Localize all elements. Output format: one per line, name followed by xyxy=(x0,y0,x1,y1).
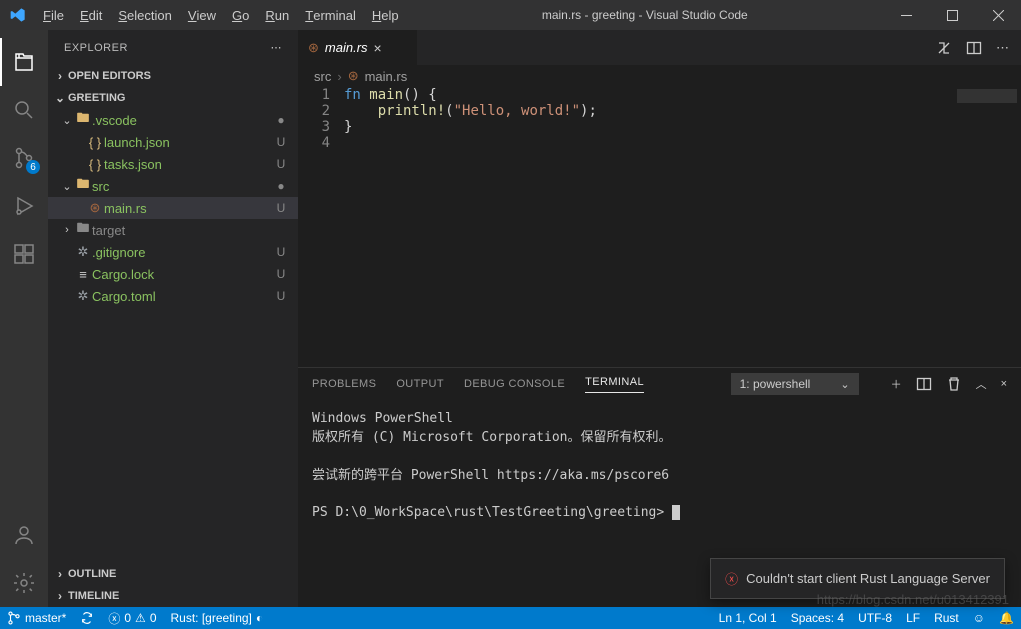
status-language[interactable]: Rust xyxy=(927,611,966,625)
split-editor-icon[interactable] xyxy=(966,40,982,56)
section-outline[interactable]: ›OUTLINE xyxy=(48,563,298,585)
compare-changes-icon[interactable] xyxy=(936,40,952,56)
editor-more-icon[interactable]: ⋯ xyxy=(996,40,1009,56)
line-gutter: 1 2 3 4 xyxy=(298,87,344,367)
file-tree: ⌄🖿 .vscode ● { } launch.json U { } tasks… xyxy=(48,109,298,563)
tab-main-rs[interactable]: ⊛ main.rs × xyxy=(298,30,418,65)
tree-folder-src[interactable]: ⌄🖿 src ● xyxy=(48,175,298,197)
close-panel-icon[interactable]: × xyxy=(1001,378,1007,390)
chevron-right-icon: › xyxy=(337,69,341,84)
statusbar: master* ⓧ0 ⚠0 Rust: [greeting] ◐ Ln 1, C… xyxy=(0,607,1021,629)
panel: PROBLEMS OUTPUT DEBUG CONSOLE TERMINAL 1… xyxy=(298,367,1021,607)
settings-gear-icon[interactable] xyxy=(0,559,48,607)
menu-edit[interactable]: Edit xyxy=(72,0,110,30)
tree-file-gitignore[interactable]: ✲ .gitignore U xyxy=(48,241,298,263)
chevron-down-icon: ⌄ xyxy=(840,378,849,391)
activitybar: 6 xyxy=(0,30,48,607)
status-encoding[interactable]: UTF-8 xyxy=(851,611,899,625)
menu-help[interactable]: Help xyxy=(364,0,407,30)
panel-tab-problems[interactable]: PROBLEMS xyxy=(312,378,376,390)
sidebar-title: EXPLORER xyxy=(64,42,128,54)
error-count-icon: ⓧ xyxy=(108,610,120,627)
sidebar-header: EXPLORER ⋯ xyxy=(48,30,298,65)
section-timeline[interactable]: ›TIMELINE xyxy=(48,585,298,607)
menu-terminal[interactable]: Terminal xyxy=(297,0,364,30)
menu-run[interactable]: Run xyxy=(257,0,297,30)
terminal-selector[interactable]: 1: powershell ⌄ xyxy=(731,373,859,395)
search-icon[interactable] xyxy=(0,86,48,134)
status-branch[interactable]: master* xyxy=(0,607,73,629)
source-control-icon[interactable]: 6 xyxy=(0,134,48,182)
editor-tabs: ⊛ main.rs × ⋯ xyxy=(298,30,1021,65)
status-spaces[interactable]: Spaces: 4 xyxy=(784,611,851,625)
new-terminal-icon[interactable]: ＋ xyxy=(891,376,902,392)
toast-message: Couldn't start client Rust Language Serv… xyxy=(746,571,990,586)
warning-count-icon: ⚠ xyxy=(135,611,146,625)
vscode-logo-icon xyxy=(0,7,35,23)
sidebar-explorer: EXPLORER ⋯ ›OPEN EDITORS ⌄GREETING ⌄🖿 .v… xyxy=(48,30,298,607)
status-problems[interactable]: ⓧ0 ⚠0 xyxy=(101,607,163,629)
tree-folder-vscode[interactable]: ⌄🖿 .vscode ● xyxy=(48,109,298,131)
spinner-icon: ◐ xyxy=(256,611,263,625)
status-eol[interactable]: LF xyxy=(899,611,927,625)
panel-tab-output[interactable]: OUTPUT xyxy=(396,378,444,390)
tree-file-main-rs[interactable]: ⊛ main.rs U xyxy=(48,197,298,219)
panel-tab-terminal[interactable]: TERMINAL xyxy=(585,376,644,393)
tree-file-tasks-json[interactable]: { } tasks.json U xyxy=(48,153,298,175)
breadcrumbs[interactable]: src › ⊛ main.rs xyxy=(298,65,1021,87)
tab-close-icon[interactable]: × xyxy=(374,40,382,56)
section-open-editors[interactable]: ›OPEN EDITORS xyxy=(48,65,298,87)
code-content[interactable]: fn main() { println!("Hello, world!");} xyxy=(344,87,1021,367)
kill-terminal-icon[interactable] xyxy=(946,376,962,392)
status-lncol[interactable]: Ln 1, Col 1 xyxy=(712,611,784,625)
menubar: File Edit Selection View Go Run Terminal… xyxy=(35,0,407,30)
error-icon: ⓧ xyxy=(725,569,738,588)
titlebar: File Edit Selection View Go Run Terminal… xyxy=(0,0,1021,30)
run-debug-icon[interactable] xyxy=(0,182,48,230)
minimize-button[interactable] xyxy=(883,0,929,30)
maximize-panel-icon[interactable]: ︿ xyxy=(976,376,987,392)
menu-selection[interactable]: Selection xyxy=(110,0,179,30)
close-button[interactable] xyxy=(975,0,1021,30)
section-folder[interactable]: ⌄GREETING xyxy=(48,87,298,109)
accounts-icon[interactable] xyxy=(0,511,48,559)
terminal-cursor xyxy=(672,505,680,520)
menu-go[interactable]: Go xyxy=(224,0,257,30)
rust-file-icon: ⊛ xyxy=(348,68,359,84)
scm-badge: 6 xyxy=(26,160,40,174)
tree-file-launch-json[interactable]: { } launch.json U xyxy=(48,131,298,153)
tree-file-cargo-toml[interactable]: ✲ Cargo.toml U xyxy=(48,285,298,307)
tree-folder-target[interactable]: ›🖿 target xyxy=(48,219,298,241)
rust-file-icon: ⊛ xyxy=(308,40,319,56)
editor-area: ⊛ main.rs × ⋯ src › ⊛ main.rs 1 2 3 4 fn xyxy=(298,30,1021,607)
extensions-icon[interactable] xyxy=(0,230,48,278)
minimap[interactable] xyxy=(957,89,1017,103)
status-feedback-icon[interactable]: ☺ xyxy=(966,611,992,625)
status-bell-icon[interactable]: 🔔 xyxy=(992,611,1021,625)
split-terminal-icon[interactable] xyxy=(916,376,932,392)
menu-view[interactable]: View xyxy=(180,0,224,30)
sidebar-more-icon[interactable]: ⋯ xyxy=(271,41,283,54)
editor[interactable]: 1 2 3 4 fn main() { println!("Hello, wor… xyxy=(298,87,1021,367)
explorer-icon[interactable] xyxy=(0,38,48,86)
window-title: main.rs - greeting - Visual Studio Code xyxy=(407,8,883,22)
notification-toast[interactable]: ⓧ Couldn't start client Rust Language Se… xyxy=(710,558,1005,599)
status-rust[interactable]: Rust: [greeting] ◐ xyxy=(164,607,271,629)
panel-tabs: PROBLEMS OUTPUT DEBUG CONSOLE TERMINAL 1… xyxy=(298,368,1021,400)
tree-file-cargo-lock[interactable]: ≡ Cargo.lock U xyxy=(48,263,298,285)
maximize-button[interactable] xyxy=(929,0,975,30)
menu-file[interactable]: File xyxy=(35,0,72,30)
panel-tab-debug[interactable]: DEBUG CONSOLE xyxy=(464,378,565,390)
status-sync[interactable] xyxy=(73,607,101,629)
